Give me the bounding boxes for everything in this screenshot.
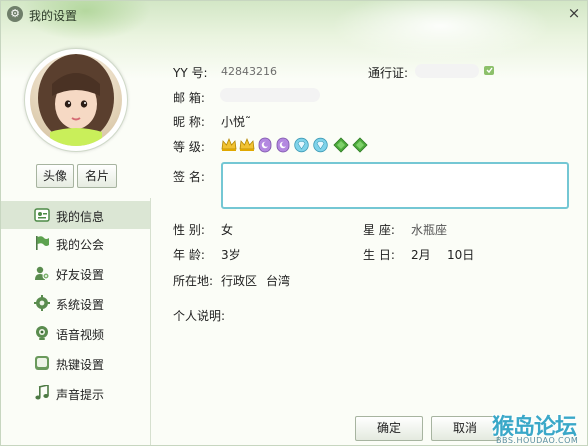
location-label: 所在地: bbox=[173, 274, 214, 288]
nickname-label: 昵 称: bbox=[173, 115, 205, 129]
settings-gear-icon: ⚙ bbox=[7, 6, 23, 22]
location-city: 台湾 bbox=[266, 274, 291, 288]
settings-window: ⚙ 我的设置 × 头像 名片 我的信息 我的公会 好友设置 系统设置 语音视频 … bbox=[0, 0, 588, 446]
my-info-icon bbox=[34, 207, 50, 223]
diamond-icon bbox=[313, 137, 328, 153]
hotkey-icon bbox=[34, 355, 50, 371]
sun-icon bbox=[352, 137, 368, 153]
system-gear-icon bbox=[34, 295, 50, 311]
sidebar-item-label: 我的信息 bbox=[56, 210, 105, 224]
sidebar-item-friend-settings[interactable]: 好友设置 bbox=[1, 259, 150, 287]
crown-icon bbox=[221, 137, 237, 151]
location-region: 行政区 bbox=[221, 274, 258, 288]
sidebar-item-label: 热键设置 bbox=[56, 358, 105, 372]
yy-number-label: YY 号: bbox=[173, 66, 208, 80]
close-button[interactable]: × bbox=[565, 4, 583, 22]
sidebar-item-label: 我的公会 bbox=[56, 238, 105, 252]
edit-pencil-icon[interactable] bbox=[483, 64, 495, 79]
sidebar-item-my-info[interactable]: 我的信息 bbox=[1, 201, 150, 229]
yy-number-value: 42843216 bbox=[221, 65, 277, 78]
sidebar-item-sound-prompt[interactable]: 声音提示 bbox=[1, 379, 150, 407]
birthday-day: 10日 bbox=[447, 248, 475, 262]
moon-icon bbox=[276, 137, 290, 153]
constellation-value: 水瓶座 bbox=[411, 223, 448, 237]
passport-value-blurred bbox=[415, 64, 479, 78]
gender-label: 性 别: bbox=[173, 223, 205, 237]
forum-watermark: 猴岛论坛 BBS.HOUDAO.COM bbox=[490, 409, 586, 445]
watermark-url: BBS.HOUDAO.COM bbox=[496, 436, 579, 445]
title-bar: ⚙ 我的设置 × bbox=[1, 1, 587, 27]
cancel-button[interactable]: 取消 bbox=[431, 416, 499, 441]
friend-settings-icon bbox=[34, 265, 50, 281]
avatar-frame[interactable] bbox=[24, 48, 128, 152]
voice-video-icon bbox=[34, 325, 50, 341]
sidebar-item-hotkey-settings[interactable]: 热键设置 bbox=[1, 349, 150, 377]
birthday-label: 生 日: bbox=[363, 248, 395, 262]
signature-label: 签 名: bbox=[173, 170, 205, 184]
email-value-blurred bbox=[220, 88, 320, 102]
birthday-month: 2月 bbox=[411, 248, 431, 262]
guild-flag-icon bbox=[34, 235, 50, 251]
avatar bbox=[30, 54, 122, 146]
sidebar-item-voice-video[interactable]: 语音视频 bbox=[1, 319, 150, 347]
level-label: 等 级: bbox=[173, 140, 205, 154]
sidebar-item-my-guild[interactable]: 我的公会 bbox=[1, 229, 150, 257]
diamond-icon bbox=[294, 137, 309, 153]
ok-button[interactable]: 确定 bbox=[355, 416, 423, 441]
crown-icon bbox=[239, 137, 255, 151]
signature-input[interactable] bbox=[221, 162, 569, 209]
passport-label: 通行证: bbox=[368, 66, 409, 80]
sound-note-icon bbox=[34, 384, 50, 401]
gender-value: 女 bbox=[221, 223, 234, 237]
email-label: 邮 箱: bbox=[173, 91, 205, 105]
window-title: 我的设置 bbox=[29, 9, 78, 23]
avatar-button[interactable]: 头像 bbox=[36, 164, 74, 188]
card-button[interactable]: 名片 bbox=[77, 164, 117, 188]
sidebar-item-label: 声音提示 bbox=[56, 388, 105, 402]
sun-icon bbox=[333, 137, 349, 153]
sidebar-item-system-settings[interactable]: 系统设置 bbox=[1, 289, 150, 317]
moon-icon bbox=[258, 137, 272, 153]
sidebar-item-label: 好友设置 bbox=[56, 268, 105, 282]
age-label: 年 龄: bbox=[173, 248, 205, 262]
description-label: 个人说明: bbox=[173, 309, 226, 323]
sidebar-item-label: 系统设置 bbox=[56, 298, 105, 312]
sidebar: 我的信息 我的公会 好友设置 系统设置 语音视频 热键设置 声音提示 bbox=[1, 198, 151, 445]
sidebar-item-label: 语音视频 bbox=[56, 328, 105, 342]
nickname-value: 小悦˜ bbox=[221, 115, 252, 129]
age-value: 3岁 bbox=[221, 248, 241, 262]
constellation-label: 星 座: bbox=[363, 223, 395, 237]
